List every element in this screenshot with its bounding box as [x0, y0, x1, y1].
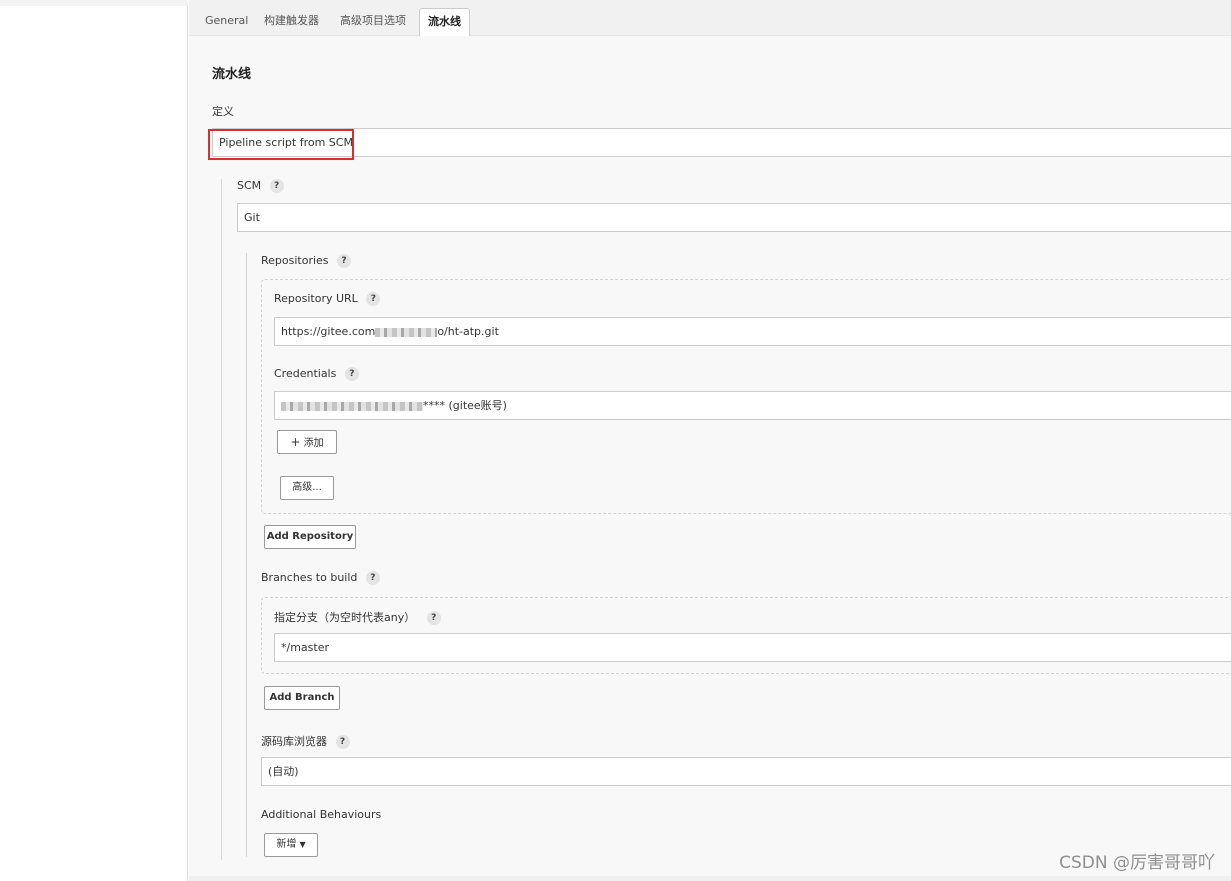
tab-general[interactable]: General — [197, 8, 256, 36]
caret-down-icon: ▼ — [299, 840, 306, 849]
branches-help-icon[interactable]: ? — [365, 571, 380, 585]
repositories-label: Repositories ? — [261, 254, 352, 268]
branch-specifier-label: 指定分支（为空时代表any） ? — [274, 609, 441, 625]
repo-url-input[interactable]: https://gitee.com o/ht-atp.git — [274, 317, 1231, 346]
repo-browser-label-text: 源码库浏览器 — [261, 735, 327, 748]
bottom-strip — [189, 876, 1231, 881]
branches-label: Branches to build ? — [261, 571, 380, 585]
plus-icon: + — [290, 435, 301, 449]
section-title: 流水线 — [212, 67, 252, 82]
repo-browser-help-icon[interactable]: ? — [335, 735, 350, 749]
definition-label: 定义 — [212, 105, 234, 118]
repositories-help-icon[interactable]: ? — [337, 254, 352, 268]
add-credentials-label: 添加 — [303, 438, 324, 449]
add-behaviour-label: 新增 — [276, 839, 297, 850]
repo-url-prefix: https://gitee.com — [281, 325, 376, 338]
redacted-url-part — [375, 327, 438, 337]
branch-specifier-input[interactable]: */master — [274, 633, 1231, 662]
branch-specifier-help-icon[interactable]: ? — [426, 611, 441, 625]
branches-label-text: Branches to build — [261, 571, 358, 584]
left-blank-panel — [0, 0, 188, 881]
repo-url-label: Repository URL ? — [274, 292, 381, 306]
tab-build-triggers[interactable]: 构建触发器 — [256, 8, 327, 36]
add-repository-button[interactable]: Add Repository — [264, 525, 356, 549]
additional-behaviours-label: Additional Behaviours — [261, 808, 382, 821]
credentials-label-text: Credentials — [274, 367, 337, 380]
tab-pipeline[interactable]: 流水线 — [419, 8, 470, 36]
advanced-button[interactable]: 高级... — [280, 476, 334, 500]
credentials-label: Credentials ? — [274, 367, 359, 381]
scm-select[interactable]: Git — [237, 203, 1231, 232]
repositories-label-text: Repositories — [261, 254, 329, 267]
credentials-select[interactable]: **** (gitee账号) — [274, 391, 1231, 420]
tab-advanced-options[interactable]: 高级项目选项 — [332, 8, 414, 36]
credentials-help-icon[interactable]: ? — [344, 367, 359, 381]
scm-label: SCM ? — [237, 179, 284, 193]
top-strip — [0, 0, 188, 6]
redacted-credentials — [281, 401, 423, 411]
scm-help-icon[interactable]: ? — [269, 179, 284, 193]
tab-bar: General 构建触发器 高级项目选项 流水线 — [189, 0, 1231, 36]
main-content: General 构建触发器 高级项目选项 流水线 流水线 定义 Pipeline… — [189, 0, 1231, 881]
repo-url-suffix: o/ht-atp.git — [437, 325, 499, 338]
add-behaviour-button[interactable]: 新增 ▼ — [264, 833, 318, 857]
add-branch-button[interactable]: Add Branch — [264, 686, 340, 710]
highlight-box — [208, 129, 354, 160]
repo-browser-select[interactable]: (自动) — [261, 757, 1231, 786]
add-credentials-button[interactable]: + 添加 — [277, 430, 337, 454]
repo-url-label-text: Repository URL — [274, 292, 358, 305]
scm-indent-line — [221, 179, 222, 860]
definition-select[interactable]: Pipeline script from SCM — [212, 128, 1231, 157]
credentials-suffix: **** (gitee账号) — [423, 399, 507, 412]
branch-specifier-label-text: 指定分支（为空时代表any） — [274, 611, 416, 624]
git-indent-line — [246, 253, 247, 857]
repo-url-help-icon[interactable]: ? — [366, 292, 381, 306]
repo-browser-label: 源码库浏览器 ? — [261, 733, 350, 749]
scm-label-text: SCM — [237, 179, 262, 192]
watermark: CSDN @厉害哥哥吖 — [1059, 853, 1215, 873]
